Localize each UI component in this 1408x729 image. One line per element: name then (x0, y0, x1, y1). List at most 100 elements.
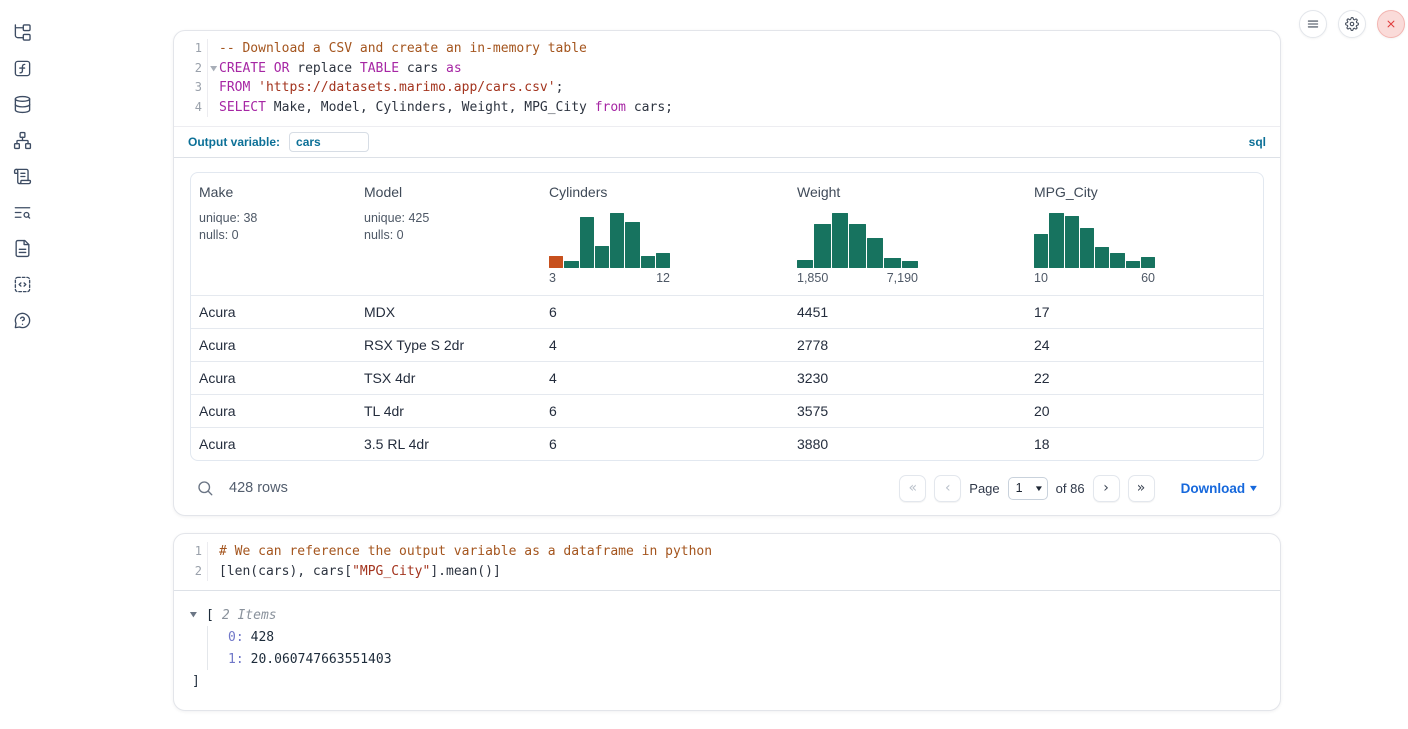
next-page-button[interactable]: › (1093, 475, 1120, 502)
entry-index: 1: (228, 652, 244, 667)
code-token: from (595, 100, 626, 115)
code-token: ; (556, 80, 564, 95)
histogram-bar (1110, 253, 1124, 268)
table-cell: 24 (1026, 337, 1264, 353)
table-cell: 4451 (789, 304, 1026, 320)
column-header-mpg_city[interactable]: MPG_City1060 (1026, 173, 1264, 295)
code-line[interactable]: 1 # We can reference the output variable … (174, 542, 1280, 562)
table-cell: 3230 (789, 370, 1026, 386)
histogram-bar (595, 246, 609, 268)
table-row[interactable]: Acura3.5 RL 4dr6388018 (191, 427, 1263, 460)
code-token: cars (399, 61, 446, 76)
axis-max-label: 7,190 (887, 271, 918, 285)
table-cell: 6 (541, 403, 789, 419)
table-cell: 3880 (789, 436, 1026, 452)
code-line[interactable]: 1-- Download a CSV and create an in-memo… (174, 39, 1280, 59)
column-name: MPG_City (1034, 184, 1257, 200)
column-header-make[interactable]: Makeunique: 38nulls: 0 (191, 173, 356, 295)
code-token: FROM (219, 80, 250, 95)
histogram-bar (1065, 216, 1079, 268)
search-icon[interactable] (196, 479, 214, 497)
table-cell: Acura (191, 403, 356, 419)
column-header-cylinders[interactable]: Cylinders 312 (541, 173, 789, 295)
scratchpad-icon[interactable] (12, 166, 32, 186)
null-count: nulls: 0 (364, 227, 533, 244)
column-header-model[interactable]: Modelunique: 425nulls: 0 (356, 173, 541, 295)
code-text: CREATE OR replace TABLE cars as (208, 59, 462, 79)
snippets-icon[interactable] (12, 274, 32, 294)
download-label: Download (1181, 481, 1246, 496)
code-line[interactable]: 3FROM 'https://datasets.marimo.app/cars.… (174, 78, 1280, 98)
tree-entry: 1: 20.060747663551403 (228, 648, 1264, 670)
line-number: 4 (174, 98, 208, 118)
column-name: Cylinders (549, 184, 781, 200)
settings-gear-button[interactable] (1338, 10, 1366, 38)
code-token: "MPG_City" (352, 564, 430, 579)
code-token: ].mean()] (430, 564, 500, 579)
column-header-weight[interactable]: Weight1,8507,190 (789, 173, 1026, 295)
sql-code-editor[interactable]: 1-- Download a CSV and create an in-memo… (174, 31, 1280, 126)
logs-search-icon[interactable] (12, 202, 32, 222)
line-number: 1 (174, 39, 208, 59)
first-page-button[interactable]: « (899, 475, 926, 502)
code-line[interactable]: 2[len(cars), cars["MPG_City"].mean()] (174, 562, 1280, 582)
line-number: 1 (174, 542, 208, 562)
last-page-button[interactable]: » (1128, 475, 1155, 502)
histogram-bars[interactable] (797, 213, 918, 268)
table-cell: 4 (541, 337, 789, 353)
table-row[interactable]: AcuraRSX Type S 2dr4277824 (191, 328, 1263, 361)
code-line[interactable]: 2▼CREATE OR replace TABLE cars as (174, 59, 1280, 79)
functions-icon[interactable] (12, 58, 32, 78)
code-token: # We can reference the output variable a… (219, 544, 712, 559)
table-cell: TL 4dr (356, 403, 541, 419)
histogram-bar (884, 258, 900, 268)
collapse-chevron-icon[interactable]: ▼ (190, 610, 208, 620)
histogram-axis: 312 (549, 271, 670, 285)
table-footer: 428 rows « ‹ Page 1 ▼ of 86 › » Download… (190, 471, 1264, 505)
shutdown-close-button[interactable] (1377, 10, 1405, 38)
download-button[interactable]: Download ▼ (1181, 481, 1258, 496)
axis-max-label: 12 (656, 271, 670, 285)
histogram-bars[interactable] (1034, 213, 1155, 268)
dependency-graph-icon[interactable] (12, 130, 32, 150)
column-name: Model (364, 184, 533, 200)
line-number: 3 (174, 78, 208, 98)
code-token: as (446, 61, 462, 76)
axis-min-label: 1,850 (797, 271, 828, 285)
histogram-bar (1034, 234, 1048, 268)
table-cell: Acura (191, 337, 356, 353)
language-badge[interactable]: sql (1249, 135, 1266, 149)
histogram-bar (549, 256, 563, 268)
histogram-bar (814, 224, 830, 268)
prev-page-button[interactable]: ‹ (934, 475, 961, 502)
histogram-bars[interactable] (549, 213, 670, 268)
entry-value: 20.060747663551403 (251, 652, 392, 667)
histogram-bar (832, 213, 848, 268)
menu-button[interactable] (1299, 10, 1327, 38)
table-body: AcuraMDX6445117AcuraRSX Type S 2dr427782… (191, 295, 1263, 460)
histogram-bar (797, 260, 813, 268)
histogram-bar (564, 261, 578, 268)
table-row[interactable]: AcuraTSX 4dr4323022 (191, 361, 1263, 394)
fold-chevron-icon[interactable]: ▼ (210, 60, 217, 80)
page-select[interactable]: 1 ▼ (1008, 477, 1048, 500)
table-cell: 22 (1026, 370, 1264, 386)
histogram-bar (902, 261, 918, 268)
help-chat-icon[interactable] (12, 310, 32, 330)
datasources-icon[interactable] (12, 94, 32, 114)
table-cell: MDX (356, 304, 541, 320)
file-tree-icon[interactable] (12, 22, 32, 42)
entry-index: 0: (228, 630, 244, 645)
column-stats: unique: 38nulls: 0 (199, 210, 348, 244)
python-code-editor[interactable]: 1 # We can reference the output variable … (174, 534, 1280, 590)
table-row[interactable]: AcuraTL 4dr6357520 (191, 394, 1263, 427)
histogram-bar (867, 238, 883, 268)
output-variable-input[interactable] (289, 132, 369, 152)
documentation-icon[interactable] (12, 238, 32, 258)
histogram-bar (1080, 228, 1094, 268)
column-histogram: 1,850 7,190 (797, 213, 918, 285)
code-token: [len(cars), cars[ (219, 564, 352, 579)
table-row[interactable]: AcuraMDX6445117 (191, 295, 1263, 328)
histogram-axis: 1,850 7,190 (797, 271, 918, 285)
code-line[interactable]: 4SELECT Make, Model, Cylinders, Weight, … (174, 98, 1280, 118)
